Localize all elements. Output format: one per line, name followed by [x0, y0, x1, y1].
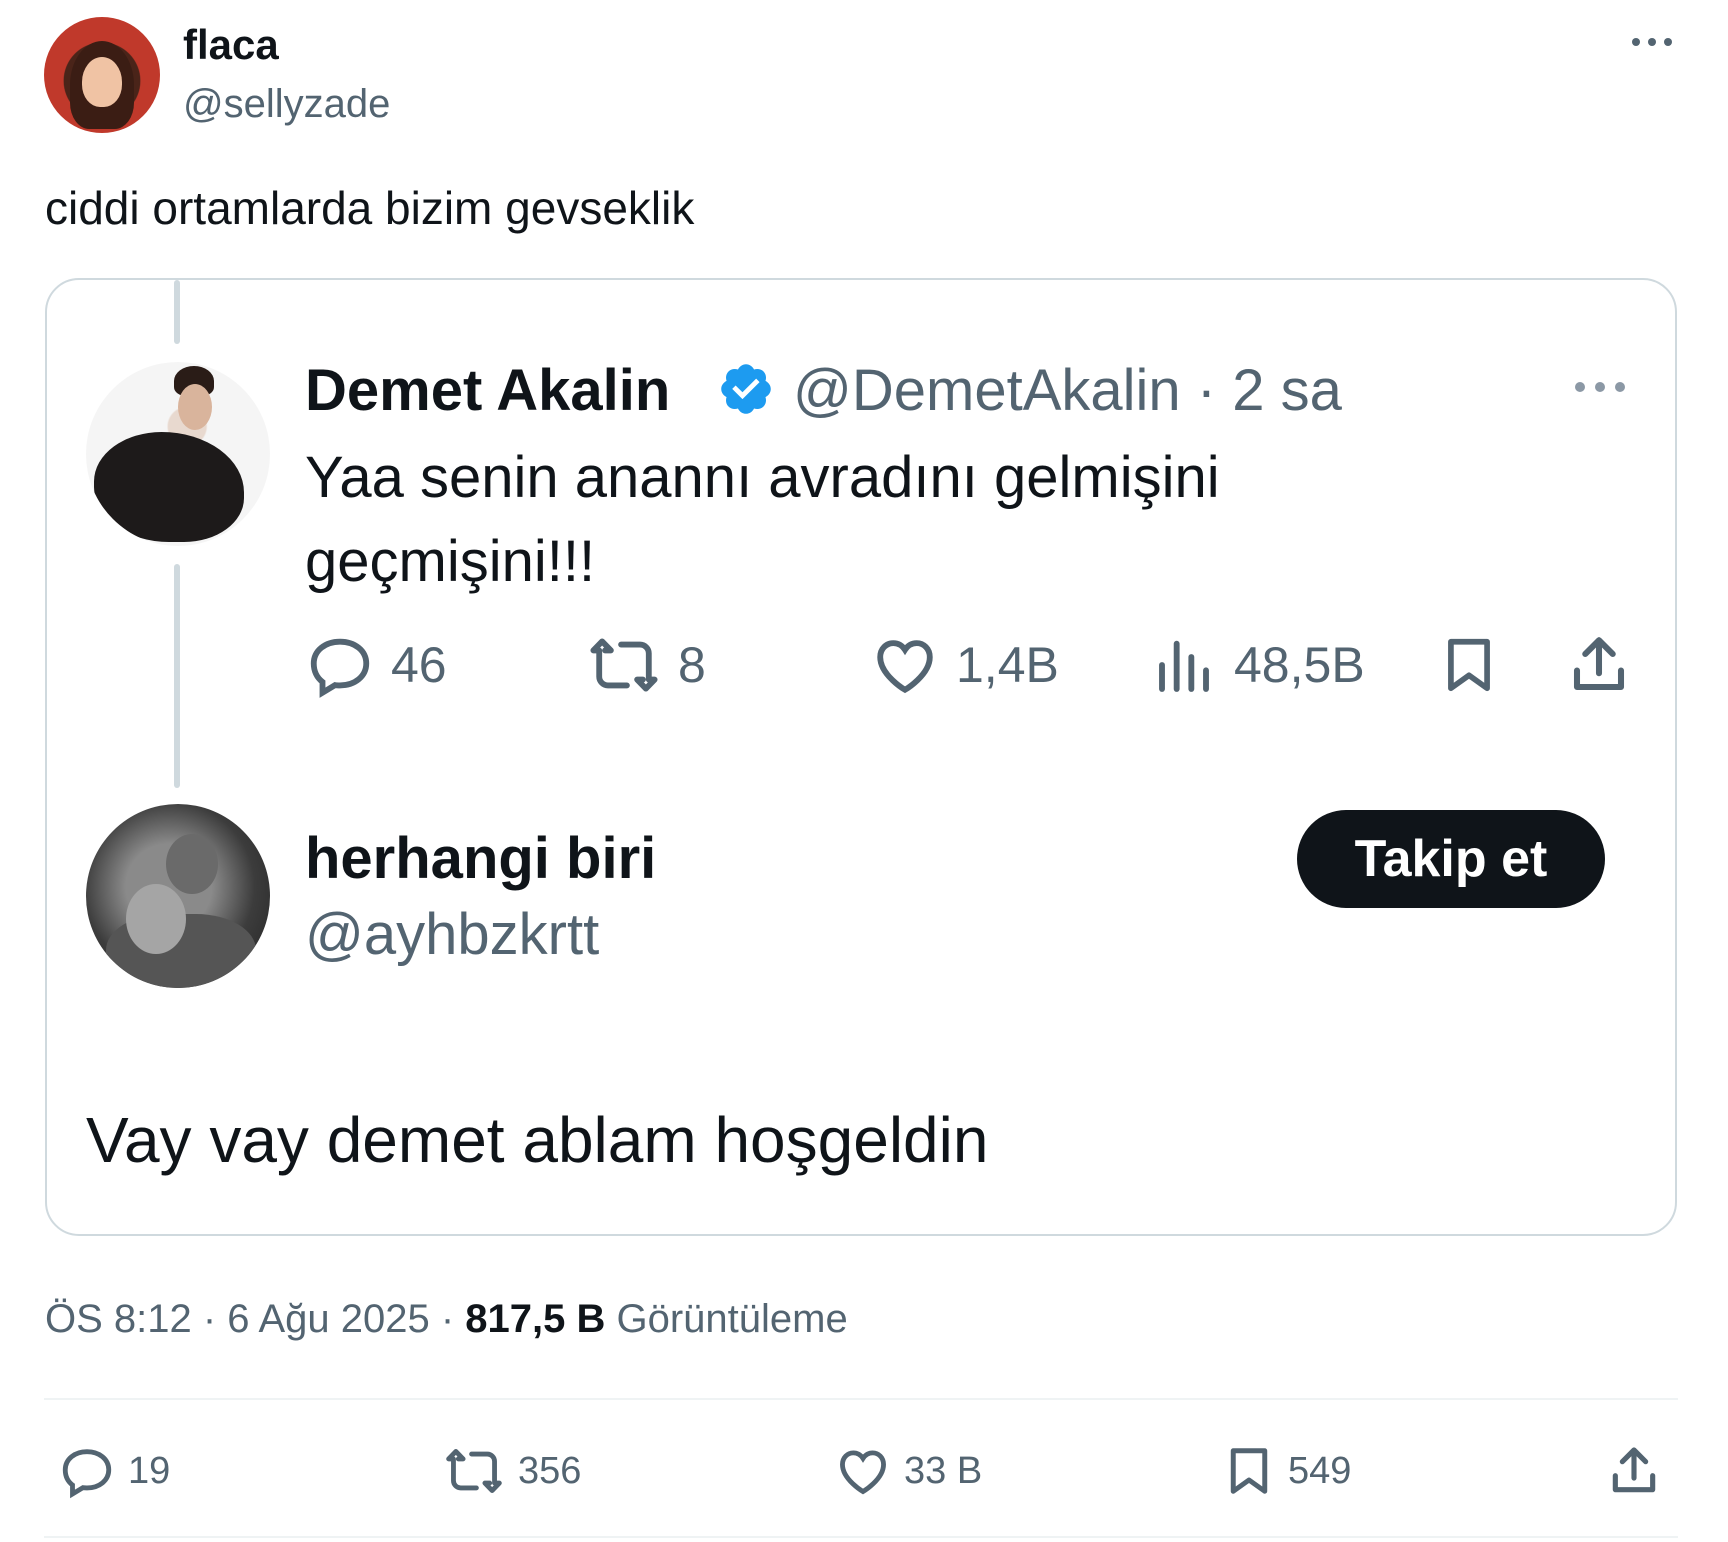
- quoted-author-name: Demet Akalin: [305, 358, 671, 423]
- quoted-text: Yaa senin anannı avradını gelmişini geçm…: [305, 445, 1220, 594]
- share-button[interactable]: [1606, 1442, 1662, 1500]
- reply-author-name: herhangi biri: [305, 826, 657, 891]
- bookmark-count: 549: [1288, 1450, 1352, 1492]
- follow-button: Takip et: [1297, 810, 1605, 908]
- reply-author-handle: @ayhbzkrtt: [305, 902, 600, 967]
- views-icon: [1159, 640, 1209, 692]
- tweet-text: ciddi ortamlarda bizim gevseklik: [45, 182, 695, 234]
- share-icon: [1573, 637, 1625, 691]
- more-icon[interactable]: [1622, 22, 1682, 62]
- author-handle[interactable]: @sellyzade: [183, 80, 390, 128]
- more-icon: [1565, 372, 1635, 402]
- views-total: 817,5 B: [465, 1297, 606, 1341]
- retweet-count: 8: [678, 637, 706, 693]
- reply-count: 19: [128, 1450, 171, 1492]
- divider: [44, 1536, 1678, 1538]
- share-icon: [1612, 1447, 1656, 1493]
- thread-line: [174, 564, 180, 788]
- thread-line-top: [174, 280, 180, 344]
- quoted-retweet-stat: 8: [586, 630, 706, 700]
- bookmark-icon: [1448, 638, 1490, 692]
- retweet-icon: [590, 638, 658, 692]
- quoted-handle-time: @DemetAkalin · 2 sa: [793, 358, 1342, 423]
- quoted-reply-stat: 46: [305, 630, 447, 700]
- bookmark-button[interactable]: 549: [1222, 1442, 1351, 1500]
- tweet-meta: ÖS 8:12 · 6 Ağu 2025 · 817,5 B Görüntüle…: [45, 1294, 848, 1344]
- views-label: Görüntüleme: [605, 1297, 848, 1341]
- reply-icon: [310, 638, 370, 698]
- author-name[interactable]: flaca: [183, 20, 279, 70]
- quoted-bookmark: [1438, 630, 1500, 700]
- quoted-like-stat: 1,4B: [870, 630, 1059, 700]
- demet-avatar[interactable]: [86, 362, 270, 546]
- time-date[interactable]: ÖS 8:12 · 6 Ağu 2025 ·: [45, 1297, 465, 1341]
- verified-icon: [721, 364, 771, 414]
- views-count: 48,5B: [1234, 637, 1365, 693]
- retweet-button[interactable]: 356: [442, 1442, 581, 1500]
- retweet-count: 356: [518, 1450, 582, 1492]
- like-count: 1,4B: [956, 637, 1059, 693]
- reply-text: Vay vay demet ablam hoşgeldin: [86, 1104, 989, 1176]
- like-count: 33 B: [904, 1450, 983, 1492]
- quoted-share: [1566, 630, 1632, 700]
- like-icon: [877, 640, 933, 694]
- reply-avatar: [86, 804, 270, 988]
- reply-icon: [62, 1449, 112, 1499]
- retweet-icon: [446, 1449, 502, 1493]
- like-button[interactable]: 33 B: [834, 1442, 982, 1500]
- reply-button[interactable]: 19: [58, 1442, 170, 1500]
- author-avatar[interactable]: [44, 17, 160, 133]
- quoted-views-stat: 48,5B: [1154, 630, 1365, 700]
- reply-count: 46: [391, 637, 447, 693]
- like-icon: [840, 1450, 886, 1495]
- bookmark-icon: [1230, 1448, 1268, 1494]
- divider: [44, 1398, 1678, 1400]
